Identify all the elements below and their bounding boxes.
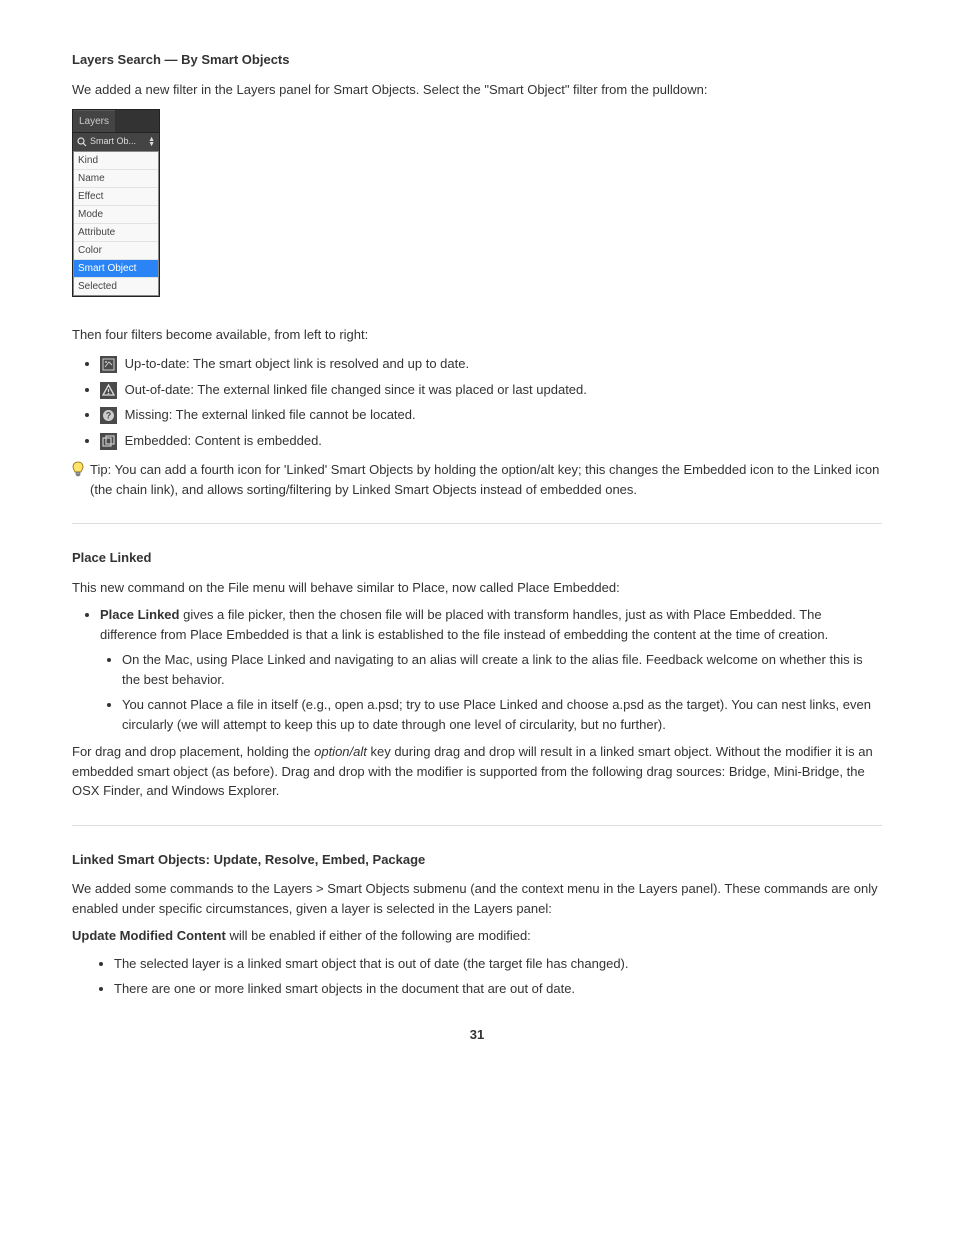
search-icon (77, 137, 87, 147)
list-item: The selected layer is a linked smart obj… (114, 954, 882, 974)
place-linked-p2: For drag and drop placement, holding the… (72, 742, 882, 801)
lightbulb-icon (72, 461, 84, 479)
filter-intro-text: Then four filters become available, from… (72, 325, 882, 345)
panel-tab-bar: Layers (73, 110, 159, 133)
key-modifier: option/alt (314, 744, 367, 759)
dropdown-item-attribute[interactable]: Attribute (74, 224, 158, 242)
dropdown-item-name[interactable]: Name (74, 170, 158, 188)
filter-label: Up-to-date: The smart object link is res… (125, 356, 469, 371)
place-linked-rest: gives a file picker, then the chosen fil… (100, 607, 828, 642)
filter-label: Out-of-date: The external linked file ch… (125, 382, 587, 397)
place-linked-lead: Place Linked (100, 607, 179, 622)
filter-out-of-date: Out-of-date: The external linked file ch… (100, 380, 882, 400)
update-modified-rest: will be enabled if either of the followi… (226, 928, 531, 943)
question-icon: ? (100, 407, 117, 424)
place-linked-bullets: Place Linked gives a file picker, then t… (100, 605, 882, 734)
divider (72, 523, 882, 524)
filter-missing: ? Missing: The external linked file cann… (100, 405, 882, 425)
tip-row: Tip: You can add a fourth icon for 'Link… (72, 460, 882, 499)
up-to-date-icon (100, 356, 117, 373)
filter-up-to-date: Up-to-date: The smart object link is res… (100, 354, 882, 374)
text-span: For drag and drop placement, holding the (72, 744, 314, 759)
tip-text: Tip: You can add a fourth icon for 'Link… (90, 460, 882, 499)
stepper-arrows-icon: ▲▼ (148, 137, 155, 147)
place-linked-sublist: On the Mac, using Place Linked and navig… (122, 650, 882, 734)
linked-so-p2: Update Modified Content will be enabled … (72, 926, 882, 946)
divider (72, 825, 882, 826)
dropdown-item-kind[interactable]: Kind (74, 152, 158, 170)
list-item: You cannot Place a file in itself (e.g.,… (122, 695, 882, 734)
list-item: On the Mac, using Place Linked and navig… (122, 650, 882, 689)
section-title-linked-so: Linked Smart Objects: Update, Resolve, E… (72, 850, 882, 870)
update-modified-lead: Update Modified Content (72, 928, 226, 943)
filter-selected-label: Smart Ob... (90, 135, 145, 149)
dropdown-item-color[interactable]: Color (74, 242, 158, 260)
linked-so-p1: We added some commands to the Layers > S… (72, 879, 882, 918)
svg-text:?: ? (106, 411, 112, 421)
intro-text: We added a new filter in the Layers pane… (72, 80, 882, 100)
layers-panel: Layers Smart Ob... ▲▼ Kind Name Effect M… (72, 109, 160, 297)
filter-list: Up-to-date: The smart object link is res… (100, 354, 882, 450)
page-number: 31 (72, 1025, 882, 1045)
section-title-place-linked: Place Linked (72, 548, 882, 568)
filter-label: Missing: The external linked file cannot… (125, 407, 416, 422)
filter-label: Embedded: Content is embedded. (125, 433, 322, 448)
section-title-layers-search: Layers Search — By Smart Objects (72, 50, 882, 70)
warning-icon (100, 382, 117, 399)
dropdown-item-effect[interactable]: Effect (74, 188, 158, 206)
filter-embedded: Embedded: Content is embedded. (100, 431, 882, 451)
dropdown-item-selected[interactable]: Selected (74, 278, 158, 295)
update-modified-list: The selected layer is a linked smart obj… (114, 954, 882, 999)
filter-dropdown-list: Kind Name Effect Mode Attribute Color Sm… (73, 151, 159, 296)
dropdown-item-mode[interactable]: Mode (74, 206, 158, 224)
embedded-icon (100, 433, 117, 450)
list-item: There are one or more linked smart objec… (114, 979, 882, 999)
layers-tab[interactable]: Layers (73, 110, 115, 132)
filter-dropdown[interactable]: Smart Ob... ▲▼ (73, 133, 159, 151)
dropdown-item-smart-object[interactable]: Smart Object (74, 260, 158, 278)
place-linked-p1: This new command on the File menu will b… (72, 578, 882, 598)
list-item: Place Linked gives a file picker, then t… (100, 605, 882, 734)
